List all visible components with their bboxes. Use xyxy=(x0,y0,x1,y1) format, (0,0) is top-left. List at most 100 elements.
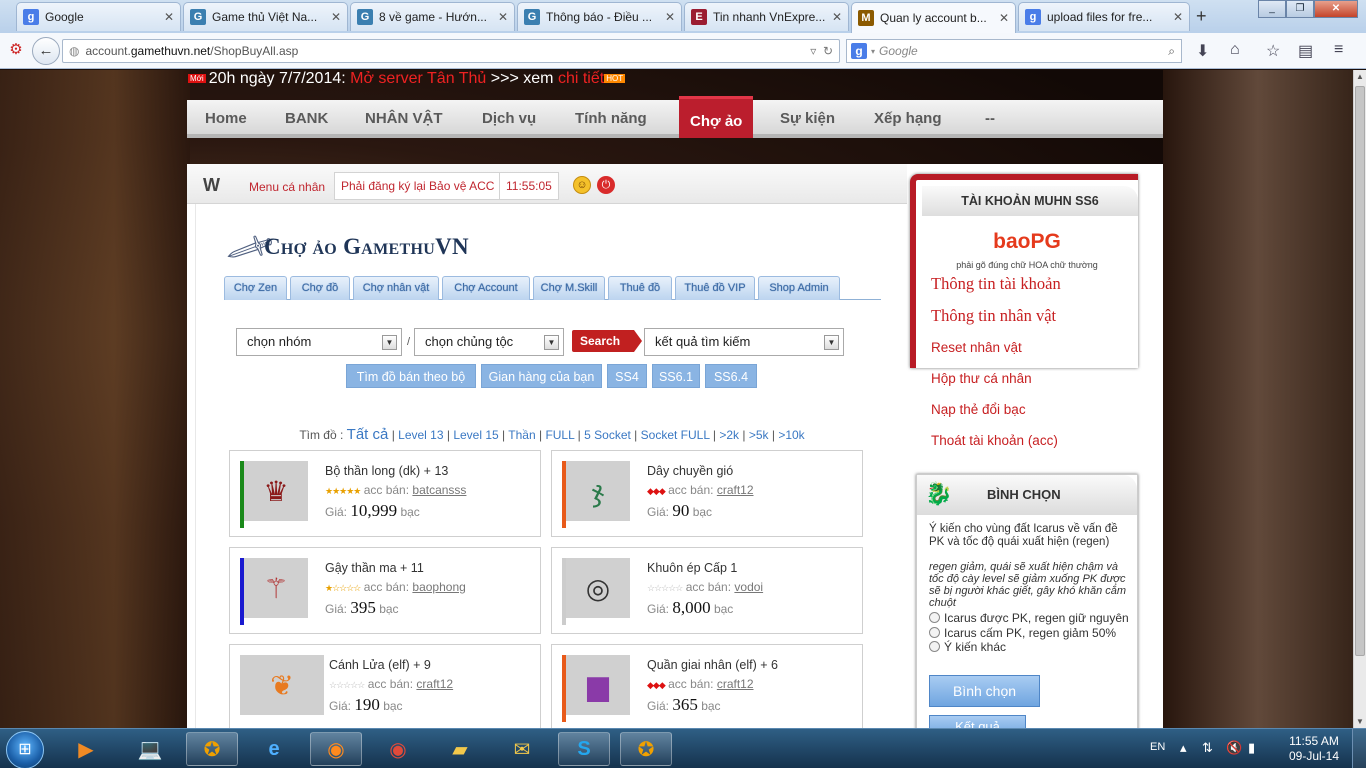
tab-thong-bao[interactable]: G Thông báo - Điều ... ✕ xyxy=(517,2,682,31)
item-card[interactable]: ⚚ Gậy thần ma + 11 ★☆☆☆☆ acc bán: baophong… xyxy=(229,547,541,634)
address-bar[interactable]: ◍ account. gamethuvn.net/ShopBuyAll.asp ▿… xyxy=(62,39,840,63)
logout-power-icon[interactable]: ⏻ xyxy=(597,176,615,194)
tab-quan-ly-account[interactable]: M Quan ly account b... ✕ xyxy=(851,2,1016,33)
item-image[interactable]: ჯ xyxy=(566,461,630,521)
maximize-button[interactable]: ❐ xyxy=(1286,0,1314,18)
close-tab-icon[interactable]: ✕ xyxy=(331,10,341,24)
reload-icon[interactable]: ▿ ↻ xyxy=(810,44,833,58)
item-image[interactable]: ❦ xyxy=(240,655,324,715)
tab-cho-account[interactable]: Chợ Account xyxy=(442,276,530,300)
tab-google[interactable]: g Google ✕ xyxy=(16,2,181,31)
skype-icon[interactable]: S xyxy=(558,732,610,766)
game-launcher-icon[interactable]: ✪ xyxy=(186,732,238,766)
seller-link[interactable]: baophong xyxy=(412,580,465,594)
scroll-up-icon[interactable]: ▲ xyxy=(1354,72,1366,81)
system-clock[interactable]: 11:55 AM 09-Jul-14 xyxy=(1284,734,1344,764)
close-window-button[interactable]: ✕ xyxy=(1314,0,1358,18)
menu-icon[interactable]: ≡ xyxy=(1334,41,1343,59)
tab-cho-zen[interactable]: Chợ Zen xyxy=(224,276,287,300)
tab-vnexpress[interactable]: E Tin nhanh VnExpre... ✕ xyxy=(684,2,849,31)
menu-xep-hang[interactable]: Xếp hạng xyxy=(874,100,942,138)
tab-shop-admin[interactable]: Shop Admin xyxy=(758,276,840,300)
filter-all-link[interactable]: Tất cả xyxy=(347,426,389,443)
item-image[interactable]: ▆ xyxy=(566,655,630,715)
page-scrollbar[interactable]: ▲ ▼ xyxy=(1353,70,1366,728)
tab-cho-mskill[interactable]: Chợ M.Skill xyxy=(533,276,605,300)
poll-option-1[interactable]: Icarus được PK, regen giữ nguyên xyxy=(929,611,1129,625)
language-indicator[interactable]: EN xyxy=(1150,741,1165,753)
filter-than-link[interactable]: Thần xyxy=(508,428,535,442)
item-name[interactable]: Dây chuyền gió xyxy=(647,464,733,478)
computer-icon[interactable]: 💻 xyxy=(124,732,176,766)
poll-option-2[interactable]: Icarus cấm PK, regen giảm 50% xyxy=(929,626,1116,640)
sync-icon[interactable]: ⇅ xyxy=(1202,740,1213,756)
close-tab-icon[interactable]: ✕ xyxy=(832,10,842,24)
smiley-icon[interactable]: ☺ xyxy=(573,176,591,194)
menu-bank[interactable]: BANK xyxy=(285,100,328,138)
menu-tinh-nang[interactable]: Tính năng xyxy=(575,100,647,138)
search-input[interactable]: g ▾ Google ⌕ xyxy=(846,39,1182,63)
poll-option-3[interactable]: Ý kiến khác xyxy=(929,640,1006,654)
menu-nhan-vat[interactable]: NHÂN VẬT xyxy=(365,100,443,138)
home-icon[interactable]: ⌂ xyxy=(1230,41,1240,59)
volume-muted-icon[interactable]: 🔇 xyxy=(1226,740,1242,756)
filter-full-link[interactable]: FULL xyxy=(545,428,574,442)
detail-link[interactable]: chi tiết xyxy=(558,70,604,87)
item-name[interactable]: Bộ thần long (dk) + 13 xyxy=(325,464,448,478)
filter-level15-link[interactable]: Level 15 xyxy=(453,428,498,442)
tab-8-ve-game[interactable]: G8 về game - Hướn... ✕ xyxy=(350,2,515,31)
item-card[interactable]: ▆ Quần giai nhân (elf) + 6 ◆◆◆ acc bán: cr… xyxy=(551,644,863,728)
new-tab-button[interactable]: + xyxy=(1196,6,1207,27)
tab-cho-do[interactable]: Chợ đồ xyxy=(290,276,350,300)
tab-thue-do[interactable]: Thuê đồ xyxy=(608,276,672,300)
item-name[interactable]: Gậy thần ma + 11 xyxy=(325,561,424,575)
radio-button[interactable] xyxy=(929,612,940,623)
close-tab-icon[interactable]: ✕ xyxy=(498,10,508,24)
item-image[interactable]: ◎ xyxy=(566,558,630,618)
filter-level13-link[interactable]: Level 13 xyxy=(398,428,443,442)
item-card[interactable]: ჯ Dây chuyền gió ◆◆◆ acc bán: craft12 Giá: … xyxy=(551,450,863,537)
filter-socketfull-link[interactable]: Socket FULL xyxy=(641,428,710,442)
personal-menu-link[interactable]: Menu cá nhân xyxy=(249,180,325,194)
tab-cho-nhan-vat[interactable]: Chợ nhân vật xyxy=(353,276,439,300)
menu-dich-vu[interactable]: Dịch vụ xyxy=(482,100,536,138)
item-card[interactable]: ◎ Khuôn ép Cấp 1 ☆☆☆☆☆ acc bán: vodoi Giá: … xyxy=(551,547,863,634)
close-tab-icon[interactable]: ✕ xyxy=(1173,10,1183,24)
tab-upload-files[interactable]: g upload files for fre... ✕ xyxy=(1018,2,1190,31)
game-window-icon[interactable]: ✪ xyxy=(620,732,672,766)
firefox-menu-icon[interactable]: ⚙ xyxy=(4,37,28,65)
back-button[interactable]: ← xyxy=(32,37,60,65)
item-name[interactable]: Khuôn ép Cấp 1 xyxy=(647,561,737,575)
tab-thue-do-vip[interactable]: Thuê đồ VIP xyxy=(675,276,755,300)
reset-character-link[interactable]: Reset nhân vật xyxy=(931,340,1022,355)
result-select[interactable]: kết quả tìm kiếm ▼ xyxy=(644,328,844,356)
scroll-down-icon[interactable]: ▼ xyxy=(1354,717,1366,726)
bookmark-star-icon[interactable]: ☆ xyxy=(1266,41,1280,61)
internet-explorer-icon[interactable]: e xyxy=(248,732,300,766)
poll-results-button[interactable]: Kết quả xyxy=(929,715,1026,728)
filter-2k-link[interactable]: >2k xyxy=(719,428,739,442)
mail-icon[interactable]: ✉ xyxy=(496,732,548,766)
close-tab-icon[interactable]: ✕ xyxy=(164,10,174,24)
seller-link[interactable]: craft12 xyxy=(717,677,754,691)
firefox-icon[interactable]: ◉ xyxy=(310,732,362,766)
vote-button[interactable]: Bình chọn xyxy=(929,675,1040,707)
network-icon[interactable]: ▮ xyxy=(1248,740,1255,756)
character-info-link[interactable]: Thông tin nhân vật xyxy=(931,306,1056,326)
item-card[interactable]: ❦ Cánh Lửa (elf) + 9 ☆☆☆☆☆ acc bán: craft1… xyxy=(229,644,541,728)
topup-link[interactable]: Nạp thẻ đổi bạc xyxy=(931,402,1026,417)
ss4-button[interactable]: SS4 xyxy=(607,364,647,388)
menu-more[interactable]: -- xyxy=(985,100,995,138)
tray-expand-icon[interactable]: ▴ xyxy=(1180,740,1187,756)
account-info-link[interactable]: Thông tin tài khoản xyxy=(931,274,1061,294)
radio-button[interactable] xyxy=(929,641,940,652)
close-tab-icon[interactable]: ✕ xyxy=(665,10,675,24)
item-name[interactable]: Cánh Lửa (elf) + 9 xyxy=(329,658,431,672)
race-select[interactable]: chọn chủng tộc ▼ xyxy=(414,328,564,356)
media-player-icon[interactable]: ▶ xyxy=(60,732,112,766)
start-button[interactable]: ⊞ xyxy=(6,731,44,768)
logout-link[interactable]: Thoát tài khoản (acc) xyxy=(931,433,1058,448)
protect-account-notice[interactable]: Phải đăng ký lại Bảo vệ ACC xyxy=(334,172,502,200)
item-name[interactable]: Quần giai nhân (elf) + 6 xyxy=(647,658,778,672)
download-icon[interactable]: ⬇ xyxy=(1196,41,1209,61)
